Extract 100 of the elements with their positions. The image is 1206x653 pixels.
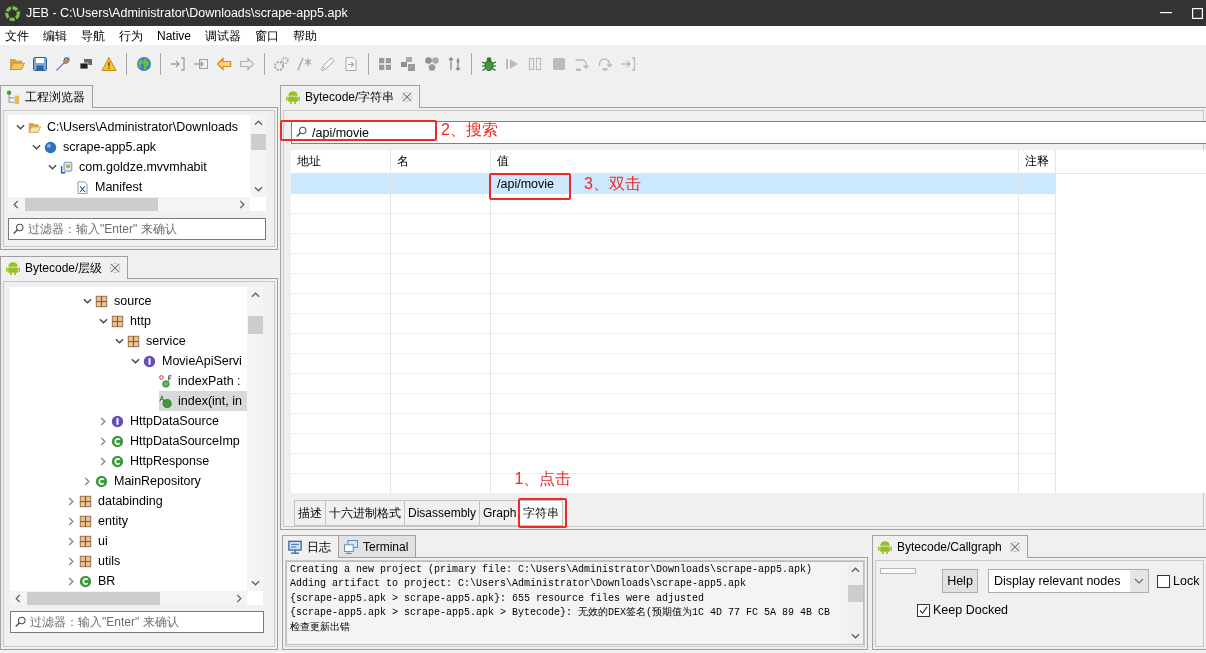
panel-tab[interactable]: 日志 — [282, 535, 339, 558]
display-dropdown[interactable]: Display relevant nodes — [988, 569, 1149, 593]
scrollbar-thumb[interactable] — [247, 316, 263, 334]
panel-tab[interactable]: Bytecode/层级 — [0, 256, 129, 279]
chevron-right-icon[interactable] — [66, 576, 76, 586]
tree-item[interactable]: service — [127, 331, 188, 351]
minimize-icon[interactable] — [1160, 12, 1172, 14]
scroll-up-icon[interactable] — [850, 567, 860, 573]
scroll-down-icon[interactable] — [253, 186, 263, 192]
chevron-right-icon[interactable] — [82, 476, 92, 486]
scroll-up-icon[interactable] — [250, 292, 260, 298]
chevron-down-icon[interactable] — [98, 316, 108, 326]
tree-item[interactable]: BR — [79, 571, 118, 591]
scroll-left-icon[interactable] — [15, 593, 21, 603]
view-tab[interactable]: 描述 — [294, 500, 326, 526]
scroll-up-icon[interactable] — [253, 120, 263, 126]
horizontal-scrollbar[interactable] — [10, 591, 247, 605]
tree-item[interactable]: http — [111, 311, 153, 331]
circles-icon[interactable] — [423, 56, 440, 72]
globe-icon[interactable] — [135, 56, 152, 72]
chevron-right-icon[interactable] — [98, 436, 108, 446]
filter-field[interactable]: 过滤器：输入"Enter" 来确认 — [10, 611, 264, 633]
scroll-right-icon[interactable] — [239, 199, 245, 209]
menu-item[interactable]: Native — [157, 27, 191, 44]
scrollbar-thumb[interactable] — [847, 585, 863, 602]
chevron-down-icon[interactable] — [82, 296, 92, 306]
tree-item[interactable]: entity — [79, 511, 130, 531]
checkbox-label[interactable]: Keep Docked — [933, 603, 1009, 617]
back-arrow-icon[interactable] — [216, 56, 233, 72]
scroll-down-icon[interactable] — [250, 580, 260, 586]
tree-item[interactable]: HttpResponse — [111, 451, 212, 471]
column-header[interactable]: 地址 — [291, 150, 391, 173]
windows-icon[interactable] — [78, 56, 95, 72]
bug-icon[interactable] — [480, 56, 497, 72]
menu-item[interactable]: 帮助 — [293, 27, 317, 44]
filter-field[interactable]: 过滤器：输入"Enter" 来确认 — [8, 218, 266, 240]
view-tab[interactable]: 十六进制格式 — [325, 500, 405, 526]
scrollbar-thumb[interactable] — [27, 591, 160, 605]
chevron-right-icon[interactable] — [66, 536, 76, 546]
chevron-down-icon[interactable] — [114, 336, 124, 346]
panel-tab[interactable]: Bytecode/Callgraph — [872, 535, 1028, 558]
panel-tab[interactable]: Terminal — [338, 535, 417, 557]
help-button[interactable]: Help — [942, 569, 978, 593]
chevron-right-icon[interactable] — [98, 416, 108, 426]
tree-item[interactable]: Manifest — [76, 177, 145, 197]
scrollbar-thumb[interactable] — [250, 134, 266, 150]
close-icon[interactable] — [402, 92, 413, 102]
close-icon[interactable] — [1009, 542, 1020, 552]
vertical-scrollbar[interactable] — [847, 562, 863, 644]
column-header[interactable]: 值 — [491, 150, 1019, 173]
menu-item[interactable]: 调试器 — [205, 27, 241, 44]
view-tab[interactable]: Graph — [479, 500, 521, 526]
tree-item[interactable]: databinding — [79, 491, 165, 511]
panel-tab[interactable]: 工程浏览器 — [0, 85, 93, 108]
chevron-down-icon[interactable] — [47, 162, 57, 172]
chevron-right-icon[interactable] — [66, 516, 76, 526]
tree-item[interactable]: com.goldze.mvvmhabit — [60, 157, 209, 177]
folder-icon[interactable] — [8, 56, 25, 72]
panel-tab[interactable]: Bytecode/字符串 — [280, 85, 421, 108]
scroll-down-icon[interactable] — [850, 633, 860, 639]
sort-icon[interactable] — [446, 56, 463, 72]
tree-item[interactable]: indexPath : — [159, 371, 243, 391]
menu-item[interactable]: 行为 — [119, 27, 143, 44]
menu-item[interactable]: 窗口 — [255, 27, 279, 44]
chevron-right-icon[interactable] — [98, 456, 108, 466]
vertical-scrollbar[interactable] — [247, 287, 263, 591]
tree-item[interactable]: ui — [79, 531, 110, 551]
chevron-right-icon[interactable] — [66, 556, 76, 566]
caret-icon[interactable] — [1130, 570, 1148, 592]
tree-item[interactable]: MainRepository — [95, 471, 203, 491]
tree-item[interactable]: index(int, in — [159, 391, 247, 411]
menu-item[interactable]: 文件 — [5, 27, 29, 44]
wrench-icon[interactable] — [54, 56, 71, 72]
tree-item[interactable]: source — [95, 291, 154, 311]
checkbox[interactable] — [1157, 575, 1170, 588]
chevron-down-icon[interactable] — [31, 142, 41, 152]
grid-icon[interactable] — [377, 56, 394, 72]
save-icon[interactable] — [31, 56, 48, 72]
chevron-down-icon[interactable] — [130, 356, 140, 366]
chevron-right-icon[interactable] — [66, 496, 76, 506]
chevron-down-icon[interactable] — [15, 122, 25, 132]
column-header[interactable]: 注释 — [1019, 150, 1056, 173]
tree-item[interactable]: HttpDataSourceImp — [111, 431, 242, 451]
column-header[interactable]: 名 — [391, 150, 491, 173]
vertical-scrollbar[interactable] — [250, 115, 266, 197]
checkbox[interactable] — [917, 603, 930, 617]
scroll-left-icon[interactable] — [13, 199, 19, 209]
tree-item[interactable]: scrape-app5.apk — [44, 137, 159, 157]
horizontal-scrollbar[interactable] — [8, 197, 250, 211]
warning-icon[interactable] — [101, 56, 118, 72]
tree-item[interactable]: utils — [79, 551, 123, 571]
tree-item[interactable]: HttpDataSource — [111, 411, 221, 431]
scrollbar-thumb[interactable] — [25, 197, 158, 211]
scroll-right-icon[interactable] — [236, 593, 242, 603]
blocks-icon[interactable] — [400, 56, 417, 72]
view-tab[interactable]: Disassembly — [404, 500, 480, 526]
checkbox-label[interactable]: Lock — [1173, 574, 1200, 588]
view-tab[interactable]: 字符串 — [519, 500, 564, 526]
tree-item[interactable]: MovieApiServi — [143, 351, 244, 371]
tree-item[interactable]: C:\Users\Administrator\Downloads — [28, 117, 241, 137]
